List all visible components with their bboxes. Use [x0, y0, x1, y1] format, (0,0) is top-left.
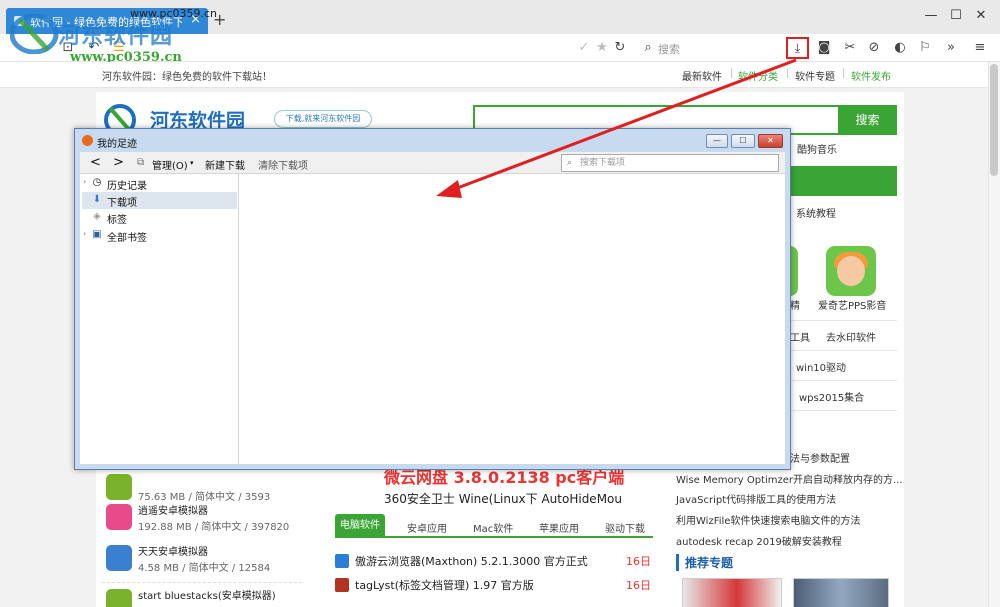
tab-apple[interactable]: 苹果应用	[539, 520, 579, 535]
search-icon: ⌕	[644, 40, 652, 55]
compass-icon[interactable]: ⊘	[864, 38, 884, 58]
site-slogan: 河东软件园：绿色免费的软件下载站！	[102, 72, 272, 83]
dialog-maximize-button[interactable]: ☐	[731, 134, 755, 148]
manage-menu-button[interactable]: 管理(O)	[152, 157, 188, 172]
maximize-button[interactable]: ☐	[946, 8, 966, 23]
news-item[interactable]: 法与参数配置	[790, 450, 850, 465]
featured-subline[interactable]: 360安全卫士 Wine(Linux下 AutoHideMou	[384, 490, 622, 507]
divider	[790, 320, 897, 321]
iqiyi-app-icon[interactable]	[826, 246, 876, 296]
download-arrow-icon: ⬇	[92, 194, 102, 205]
tab-mac[interactable]: Mac软件	[473, 520, 513, 535]
manage-icon: ⧉	[137, 157, 145, 168]
watermark-emblem-icon	[10, 13, 59, 54]
news-item[interactable]: Wise Memory Optimzer开启自动释放内存的方...	[676, 471, 903, 486]
maxthon-icon	[335, 554, 349, 568]
minimize-button[interactable]: —	[921, 8, 941, 23]
tab-android[interactable]: 安卓应用	[407, 520, 447, 535]
check-icon[interactable]: ✓	[574, 38, 594, 58]
download-search-input[interactable]: ⌕ 搜索下载项	[561, 154, 779, 172]
clock-icon: ◷	[92, 177, 102, 188]
list-item[interactable]: 傲游云浏览器(Maxthon) 5.2.1.3000 官方正式 16日	[335, 551, 651, 571]
sidebar-item-history[interactable]: › ◷ 历史记录	[82, 175, 237, 192]
download-icon[interactable]: ⤓	[786, 37, 809, 59]
search-icon: ⌕	[567, 158, 573, 168]
nav-latest[interactable]: 最新软件	[682, 68, 722, 83]
link-partial-app[interactable]: 精	[790, 297, 800, 312]
hot-topics-title: 推荐专题	[676, 554, 733, 571]
list-item[interactable]: 天天安卓模拟器 4.58 MB / 简体中文 / 12584	[102, 541, 302, 579]
news-item[interactable]: autodesk recap 2019破解安装教程	[676, 533, 842, 548]
bluestacks-icon	[106, 589, 132, 607]
link-tools[interactable]: 工具	[790, 329, 810, 344]
dialog-minimize-button[interactable]: —	[706, 134, 728, 148]
category-tabs: 电脑软件 安卓应用 Mac软件 苹果应用 驱动下载	[335, 514, 653, 538]
site-search-button[interactable]: 搜索	[838, 105, 897, 135]
taglyst-icon	[335, 578, 349, 592]
expand-icon[interactable]: ›	[83, 229, 86, 238]
link-wps2015[interactable]: wps2015集合	[799, 389, 864, 404]
menu-icon[interactable]: ≡	[970, 38, 990, 58]
link-win10-driver[interactable]: win10驱动	[796, 359, 846, 374]
browser-search-input[interactable]: 搜索	[658, 41, 680, 57]
divider	[790, 410, 897, 411]
bookmark-icon[interactable]: ⚐	[915, 38, 935, 58]
dialog-title: 我的足迹	[97, 139, 137, 150]
list-item[interactable]: 逍遥安卓模拟器 192.88 MB / 简体中文 / 397820	[102, 500, 302, 538]
tag-icon: ◈	[93, 211, 101, 222]
nav-publish[interactable]: 软件发布	[851, 68, 891, 83]
tab-pc-software[interactable]: 电脑软件	[335, 514, 385, 538]
news-item[interactable]: 利用WizFile软件快速搜索电脑文件的方法	[676, 512, 860, 527]
divider	[790, 350, 897, 351]
news-item[interactable]: JavaScript代码排版工具的使用方法	[676, 491, 836, 506]
bookmarks-icon: ▣	[92, 229, 102, 240]
scrollbar-thumb[interactable]	[990, 64, 998, 176]
site-tagline: 下载,就来河东软件园	[274, 110, 372, 128]
watermark-brand: 河东软件园	[58, 24, 174, 49]
xiaoyao-icon	[106, 504, 132, 530]
divider	[102, 582, 302, 583]
nav-separator: |	[786, 68, 790, 79]
nav-topics[interactable]: 软件专题	[795, 68, 835, 83]
forward-button[interactable]: >	[113, 155, 124, 170]
link-system-tutorial[interactable]: 系统教程	[796, 205, 836, 220]
topic-thumbnail[interactable]	[793, 578, 889, 607]
camera-icon[interactable]: ◙	[814, 38, 834, 58]
nav-separator: |	[730, 68, 734, 79]
sidebar-item-downloads[interactable]: ⬇ 下载项	[82, 192, 237, 209]
downloads-list[interactable]	[239, 174, 785, 464]
topic-thumbnail[interactable]	[682, 578, 782, 607]
nav-separator: |	[842, 68, 846, 79]
list-item[interactable]: tagLyst(标签文档管理) 1.97 官方版 16日	[335, 575, 651, 595]
link-iqiyi[interactable]: 爱奇艺PPS影音	[818, 297, 886, 312]
dialog-app-icon	[82, 135, 93, 146]
clear-downloads-button[interactable]: 清除下载项	[258, 157, 308, 172]
tiantian-icon	[106, 545, 132, 571]
sidebar-item-all-bookmarks[interactable]: › ▣ 全部书签	[82, 227, 237, 244]
chevron-down-icon: ▾	[190, 159, 194, 167]
divider	[790, 380, 897, 381]
extension-icon[interactable]: ◐	[890, 38, 910, 58]
expand-icon[interactable]: ›	[83, 177, 86, 186]
watermark-logo: 河东软件园 www.pc0359.cn	[8, 10, 228, 66]
list-item[interactable]: start bluestacks(安卓模拟器)	[102, 585, 302, 607]
tab-driver[interactable]: 驱动下载	[605, 520, 645, 535]
link-kugou[interactable]: 酷狗音乐	[797, 141, 837, 156]
app-icon	[106, 474, 132, 500]
star-icon[interactable]: ★	[592, 38, 612, 58]
sidebar-item-tags[interactable]: ◈ 标签	[82, 209, 237, 226]
dialog-close-button[interactable]: ✕	[758, 134, 783, 148]
scissors-icon[interactable]: ✂	[840, 38, 860, 58]
back-button[interactable]: <	[90, 155, 101, 170]
refresh-icon[interactable]: ↻	[610, 38, 630, 58]
more-tools-button[interactable]: »	[941, 38, 961, 58]
close-window-button[interactable]: ✕	[971, 8, 991, 23]
link-watermark-remover[interactable]: 去水印软件	[826, 329, 876, 344]
green-banner	[790, 166, 897, 196]
new-download-button[interactable]: 新建下载	[205, 157, 245, 172]
nav-category[interactable]: 软件分类	[738, 68, 778, 83]
